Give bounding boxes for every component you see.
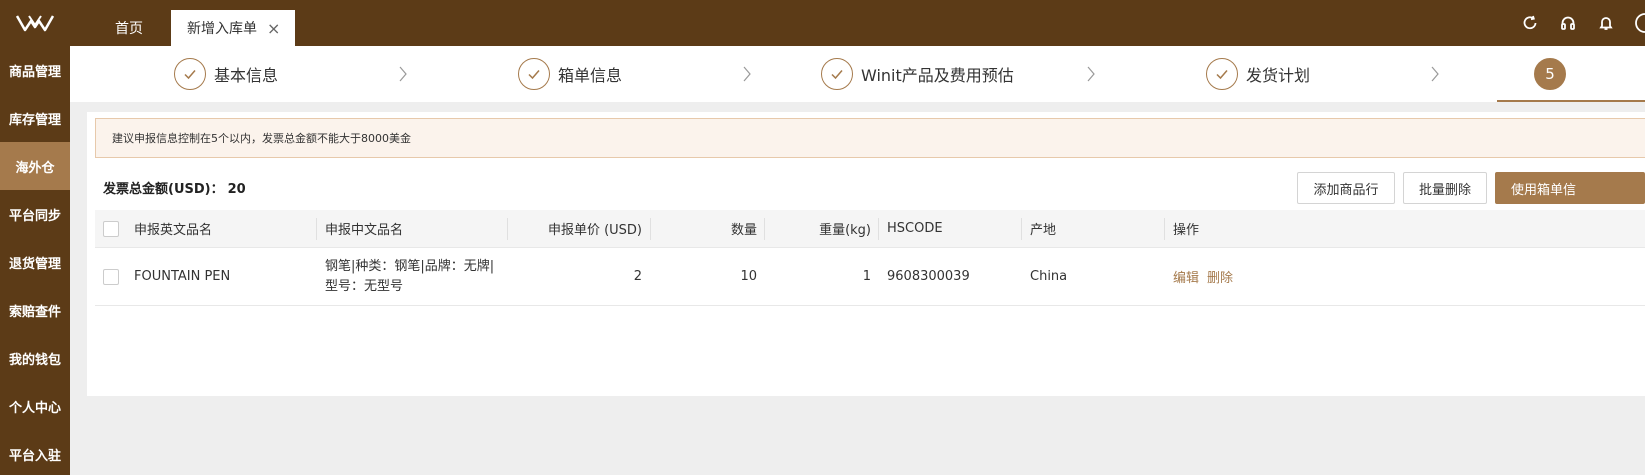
edit-link[interactable]: 编辑 — [1173, 267, 1199, 286]
table-row: FOUNTAIN PEN 钢笔|种类：钢笔|品牌：无牌|型号：无型号 2 10 … — [95, 248, 1645, 306]
row-select-cell — [103, 248, 119, 305]
chevron-right-icon — [1425, 64, 1445, 84]
cell-actions: 编辑 删除 — [1173, 248, 1241, 305]
avatar[interactable] — [1625, 0, 1645, 46]
chevron-right-icon — [737, 64, 757, 84]
tab-home[interactable]: 首页 — [92, 10, 166, 46]
cell-hscode: 9608300039 — [887, 269, 970, 284]
logo-icon — [15, 15, 55, 32]
header-origin: 产地 — [1030, 223, 1057, 238]
chevron-right-icon — [1081, 64, 1101, 84]
bell-icon[interactable] — [1587, 0, 1625, 46]
invoice-total-label: 发票总金额(USD)： — [103, 182, 224, 197]
button-label: 添加商品行 — [1313, 182, 1379, 198]
cell-origin: China — [1030, 269, 1068, 284]
add-product-row-button[interactable]: 添加商品行 — [1297, 172, 1395, 204]
cell-unit-price: 2 — [633, 269, 642, 284]
header-actions: 操作 — [1173, 223, 1200, 238]
sidebar-item-claims[interactable]: 索赔查件 — [0, 286, 70, 334]
invoice-total-value: 20 — [227, 182, 246, 197]
chevron-right-icon — [393, 64, 413, 84]
header-quantity: 数量 — [730, 223, 757, 238]
header-weight: 重量(kg) — [819, 223, 871, 238]
check-icon — [1206, 58, 1238, 90]
step-shipping-plan: 发货计划 — [1206, 58, 1310, 90]
sidebar-item-wallet[interactable]: 我的钱包 — [0, 334, 70, 382]
sidebar-item-label: 我的钱包 — [8, 352, 61, 368]
step-current: 5 — [1534, 58, 1574, 90]
sidebar-item-platform-onboarding[interactable]: 平台入驻 — [0, 430, 70, 475]
alert-text: 建议申报信息控制在5个以内，发票总金额不能大于8000美金 — [112, 132, 411, 145]
button-label: 使用箱单信 — [1511, 182, 1577, 198]
info-alert: 建议申报信息控制在5个以内，发票总金额不能大于8000美金 — [95, 118, 1645, 158]
logo[interactable] — [0, 0, 70, 46]
sidebar-item-inventory[interactable]: 库存管理 — [0, 94, 70, 142]
sidebar-item-label: 平台同步 — [8, 208, 61, 224]
sidebar-item-label: 索赔查件 — [8, 304, 61, 320]
check-icon — [174, 58, 206, 90]
tab-new-inbound-order[interactable]: 新增入库单 × — [171, 10, 295, 46]
top-icons — [1511, 0, 1645, 46]
select-all-cell — [103, 210, 119, 247]
cell-en-name: FOUNTAIN PEN — [134, 269, 231, 284]
step-packing-info: 箱单信息 — [518, 58, 622, 90]
main-content: 建议申报信息控制在5个以内，发票总金额不能大于8000美金 发票总金额(USD)… — [87, 112, 1645, 396]
sidebar-item-label: 个人中心 — [8, 400, 61, 416]
refresh-icon[interactable] — [1511, 0, 1549, 46]
button-label: 批量删除 — [1418, 182, 1471, 198]
step-progress: 基本信息 箱单信息 Winit产品及费用预估 发货计划 5 — [70, 46, 1645, 102]
tab-home-label: 首页 — [115, 21, 143, 37]
delete-link[interactable]: 删除 — [1207, 267, 1233, 286]
table-header: 申报英文品名 申报中文品名 申报单价 (USD) 数量 重量(kg) HSCOD… — [95, 210, 1645, 248]
sidebar: 商品管理 库存管理 海外仓 平台同步 退货管理 索赔查件 我的钱包 个人中心 平… — [0, 46, 70, 475]
check-icon — [821, 58, 853, 90]
sidebar-item-personal-center[interactable]: 个人中心 — [0, 382, 70, 430]
check-icon — [518, 58, 550, 90]
step-label: 发货计划 — [1246, 66, 1311, 85]
header-en-name: 申报英文品名 — [134, 223, 213, 238]
declaration-table: 申报英文品名 申报中文品名 申报单价 (USD) 数量 重量(kg) HSCOD… — [95, 210, 1645, 306]
sidebar-item-label: 海外仓 — [15, 160, 55, 176]
row-checkbox[interactable] — [103, 268, 119, 285]
step-number: 5 — [1534, 58, 1566, 90]
use-packing-info-button[interactable]: 使用箱单信 — [1495, 172, 1645, 204]
select-all-checkbox[interactable] — [103, 220, 119, 237]
header-cn-name: 申报中文品名 — [325, 223, 404, 238]
sidebar-item-label: 退货管理 — [8, 256, 61, 272]
sidebar-item-platform-sync[interactable]: 平台同步 — [0, 190, 70, 238]
sidebar-item-overseas-warehouse[interactable]: 海外仓 — [0, 142, 70, 190]
invoice-total: 发票总金额(USD)： 20 — [103, 178, 246, 197]
column-divider — [878, 218, 879, 240]
step-basic-info: 基本信息 — [174, 58, 278, 90]
step-label: Winit产品及费用预估 — [861, 66, 1014, 85]
column-divider — [1164, 218, 1165, 240]
top-bar: 首页 新增入库单 × — [0, 0, 1645, 46]
sidebar-item-label: 库存管理 — [8, 112, 61, 128]
batch-delete-button[interactable]: 批量删除 — [1403, 172, 1487, 204]
cell-cn-name-wrap: 钢笔|种类：钢笔|品牌：无牌|型号：无型号 — [325, 248, 500, 305]
sidebar-item-label: 商品管理 — [8, 64, 61, 80]
header-hscode: HSCODE — [887, 221, 943, 236]
step-label: 基本信息 — [214, 66, 279, 85]
headset-icon[interactable] — [1549, 0, 1587, 46]
tab-new-inbound-order-label: 新增入库单 — [187, 21, 257, 37]
step-active-underline — [1497, 100, 1645, 102]
cell-cn-name: 钢笔|种类：钢笔|品牌：无牌|型号：无型号 — [325, 258, 495, 294]
step-winit-product-fee: Winit产品及费用预估 — [821, 58, 1014, 90]
close-icon[interactable]: × — [267, 19, 280, 38]
sidebar-item-product-management[interactable]: 商品管理 — [0, 46, 70, 94]
sidebar-item-returns[interactable]: 退货管理 — [0, 238, 70, 286]
sidebar-item-label: 平台入驻 — [8, 448, 61, 464]
cell-weight: 1 — [862, 269, 871, 284]
step-label: 箱单信息 — [558, 66, 623, 85]
header-unit-price: 申报单价 (USD) — [547, 223, 642, 238]
column-divider — [316, 218, 317, 240]
column-divider — [1021, 218, 1022, 240]
cell-quantity: 10 — [740, 269, 757, 284]
